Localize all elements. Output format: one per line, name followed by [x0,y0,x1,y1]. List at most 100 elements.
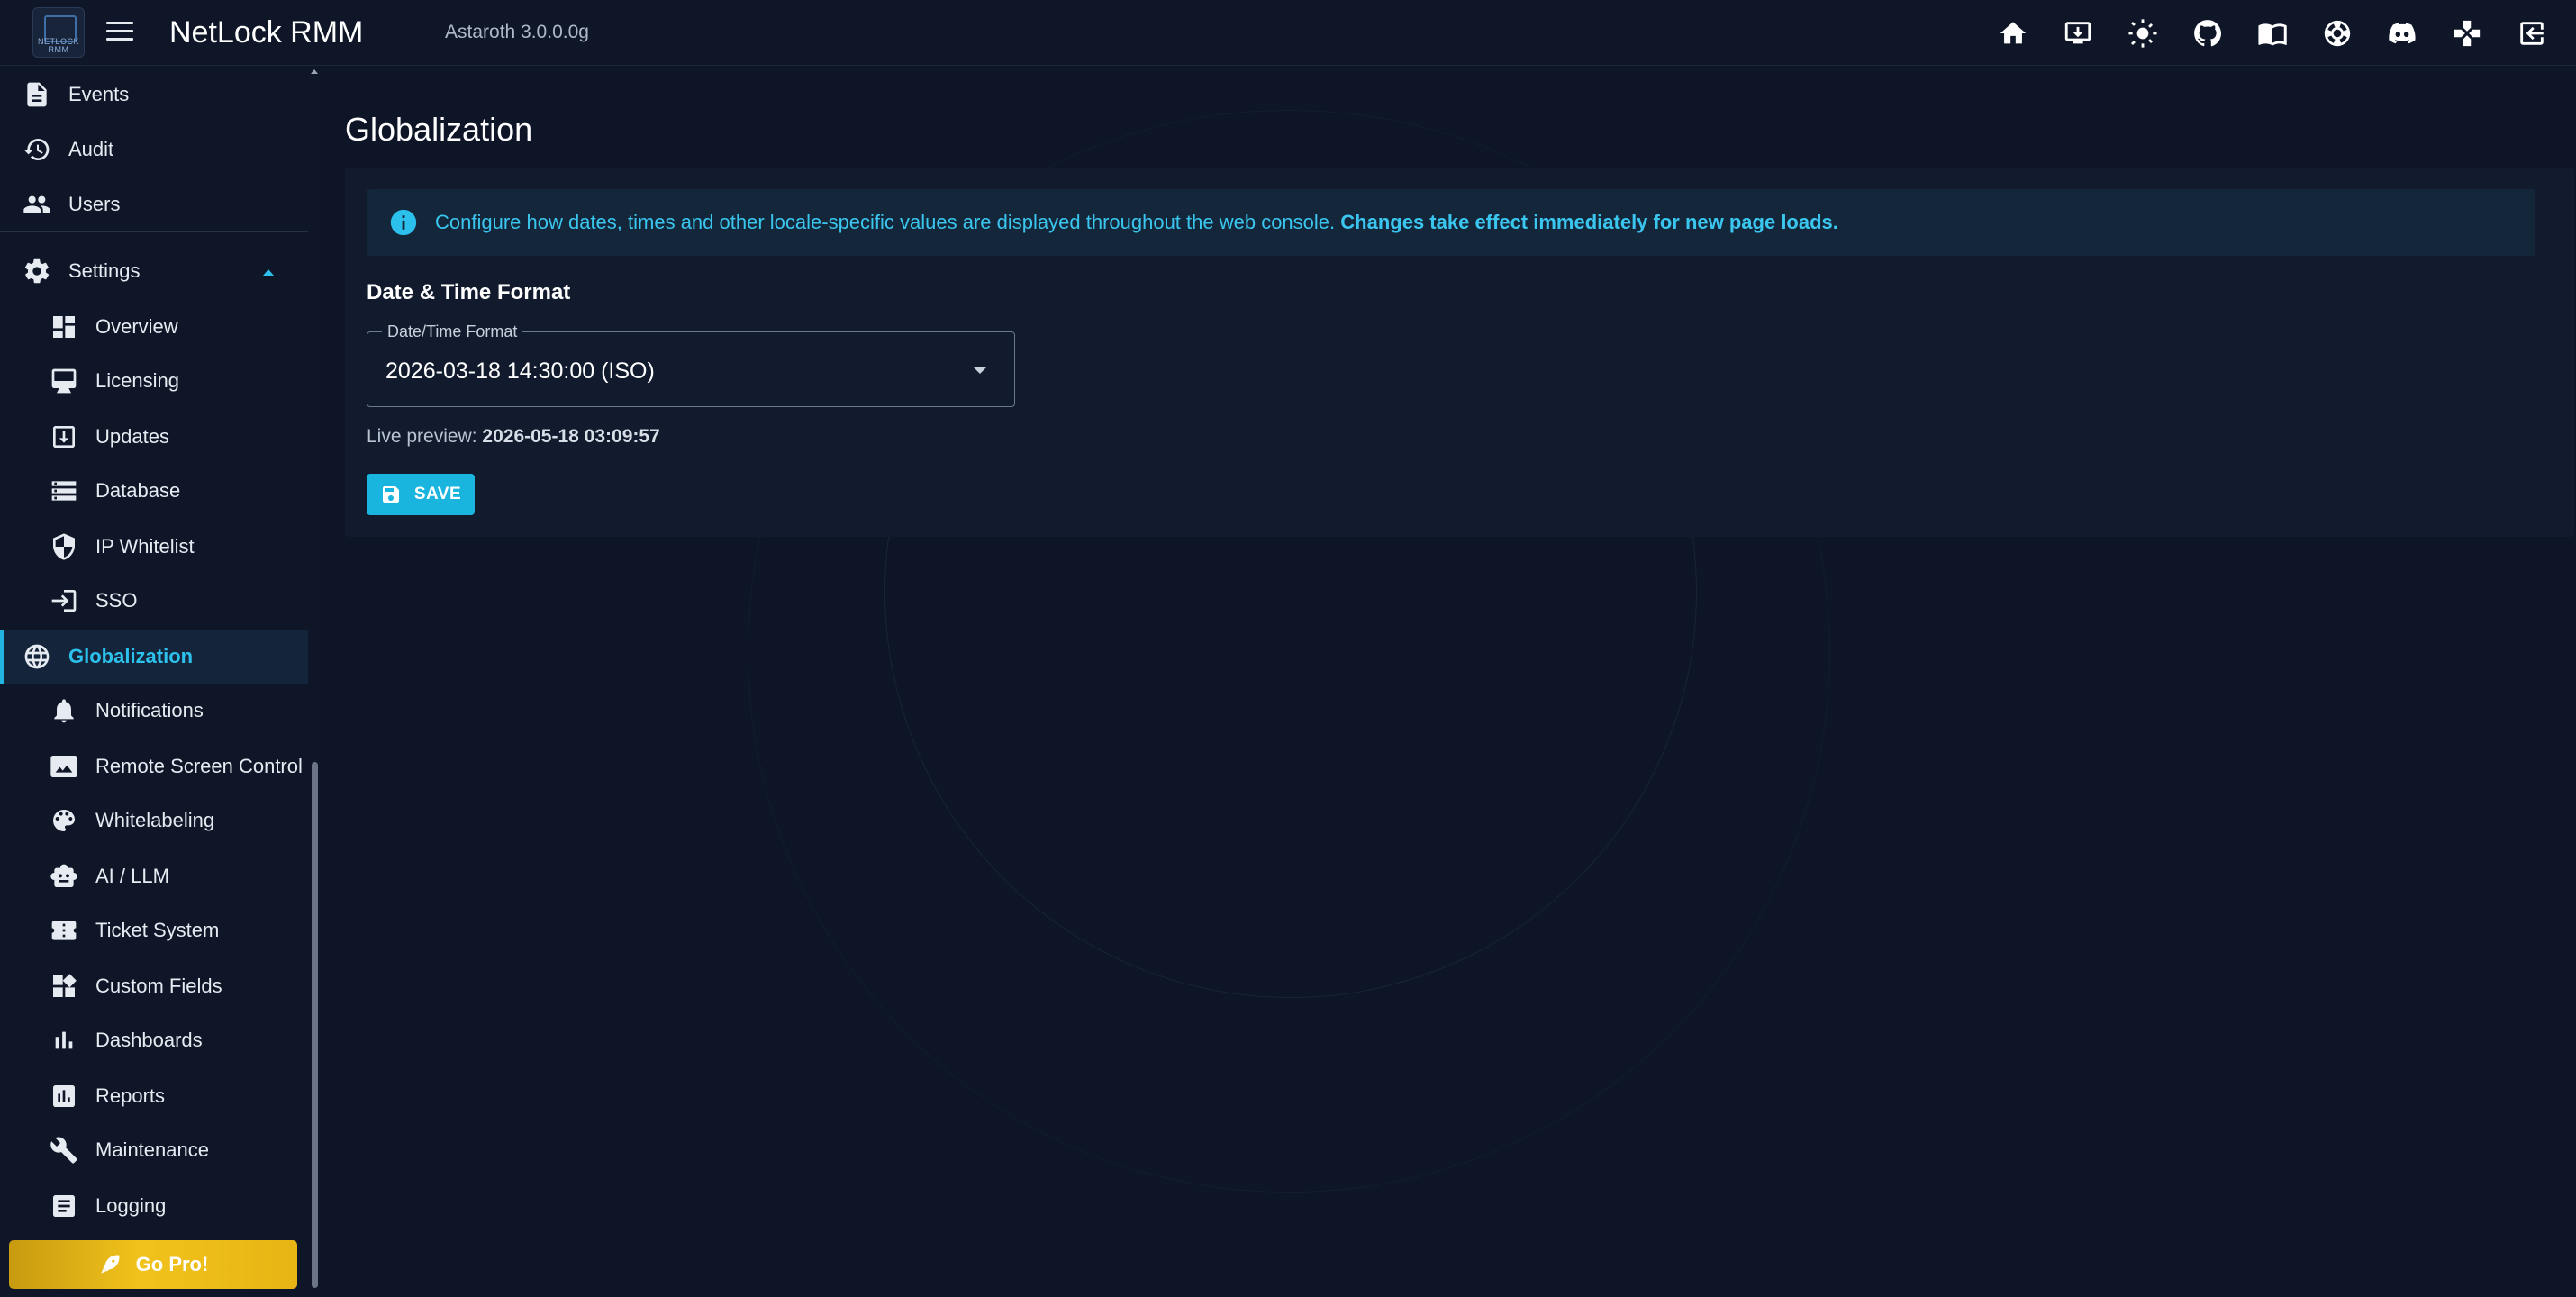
sidebar-item-label: Events [68,83,130,105]
menu-toggle-button[interactable] [106,22,133,43]
alert-emphasis: Changes take effect immediately for new … [1340,211,1838,233]
dashboard-icon [49,312,79,342]
sidebar-item-label: Licensing [95,369,179,392]
sidebar-item-users[interactable]: Users [0,177,308,231]
menu-icon [106,22,133,24]
globalization-card: Configure how dates, times and other loc… [345,168,2574,537]
sidebar-item-label: Users [68,193,121,215]
sidebar-item-ai-llm[interactable]: AI / LLM [0,849,308,903]
sidebar-item-remote-screen-control[interactable]: Remote Screen Control [0,739,308,794]
gear-icon [22,256,52,286]
report-icon [49,1081,79,1111]
sidebar-item-settings[interactable]: Settings [0,244,308,298]
robot-icon [49,861,79,892]
bar-chart-icon [49,1025,79,1056]
datetime-format-select[interactable]: Date/Time Format 2026-03-18 14:30:00 (IS… [367,322,1015,407]
chevron-up-icon [263,269,274,276]
sidebar-item-custom-fields[interactable]: Custom Fields [0,959,308,1013]
license-icon [49,366,79,396]
sidebar-item-label: Globalization [68,645,194,667]
rocket-icon [100,1255,120,1274]
sidebar-item-label: Notifications [95,699,204,721]
sidebar-item-logging[interactable]: Logging [0,1179,308,1233]
sidebar-scrollbar[interactable] [312,762,318,1288]
logout-icon[interactable] [2515,16,2549,50]
sidebar-item-label: Whitelabeling [95,809,215,831]
login-icon [49,585,79,616]
save-button[interactable]: SAVE [367,474,475,515]
home-icon[interactable] [1996,16,2030,50]
download-icon[interactable] [2061,16,2095,50]
alert-text: Configure how dates, times and other loc… [435,211,1336,233]
save-label: SAVE [413,485,462,503]
info-alert: Configure how dates, times and other loc… [367,189,2535,256]
chevron-down-icon [973,367,987,374]
wrench-icon [49,1135,79,1165]
sidebar-item-overview[interactable]: Overview [0,300,308,354]
discord-icon[interactable] [2385,16,2419,50]
header-actions [1996,16,2549,50]
sidebar-item-maintenance[interactable]: Maintenance [0,1123,308,1177]
select-label: Date/Time Format [382,322,523,341]
info-icon [388,207,419,238]
page-title: Globalization [345,111,533,148]
sidebar-item-label: Dashboards [95,1029,203,1051]
sidebar-item-sso[interactable]: SSO [0,574,308,628]
sidebar-item-label: Custom Fields [95,975,222,997]
sidebar: Events Audit Users Settings Overview Lic… [0,66,322,1297]
live-preview: Live preview: 2026-05-18 03:09:57 [367,425,660,449]
database-icon [49,476,79,506]
app-title: NetLock RMM [169,15,364,50]
support-icon[interactable] [2320,16,2354,50]
live-preview-label: Live preview: [367,426,477,447]
bell-icon [49,695,79,726]
app-version: Astaroth 3.0.0.0g [445,22,589,42]
users-icon [22,189,52,220]
docs-icon[interactable] [2255,16,2290,50]
live-preview-value: 2026-05-18 03:09:57 [482,426,660,447]
go-pro-label: Go Pro! [135,1253,209,1275]
sidebar-item-licensing[interactable]: Licensing [0,354,308,408]
add-widget-icon [49,971,79,1002]
sidebar-item-label: SSO [95,589,138,612]
sidebar-item-updates[interactable]: Updates [0,410,308,464]
select-value: 2026-03-18 14:30:00 (ISO) [385,358,655,384]
sidebar-item-label: Ticket System [95,919,220,941]
sidebar-item-label: Updates [95,425,169,448]
save-icon [382,486,399,503]
sidebar-item-database[interactable]: Database [0,464,308,518]
palette-icon [49,805,79,836]
sidebar-item-label: Overview [95,315,178,338]
section-title: Date & Time Format [367,280,571,304]
sidebar-item-label: Audit [68,138,114,160]
github-icon[interactable] [2191,16,2225,50]
sidebar-item-globalization[interactable]: Globalization [0,630,308,684]
sidebar-item-label: Database [95,479,181,502]
sidebar-divider [0,231,308,232]
alert-message: Configure how dates, times and other loc… [435,211,1838,234]
update-icon [49,422,79,452]
brightness-icon[interactable] [2126,16,2160,50]
sidebar-item-label: IP Whitelist [95,535,195,558]
sidebar-item-label: Remote Screen Control [95,755,303,777]
scroll-up-arrow-icon[interactable] [311,69,318,74]
sidebar-item-ip-whitelist[interactable]: IP Whitelist [0,520,308,574]
history-icon [22,134,52,165]
sidebar-item-notifications[interactable]: Notifications [0,684,308,738]
app-logo[interactable]: NETLOCK RMM [32,7,85,58]
sidebar-item-label: Logging [95,1194,167,1217]
go-pro-button[interactable]: Go Pro! [9,1240,297,1289]
sidebar-item-reports[interactable]: Reports [0,1069,308,1123]
shield-icon [49,531,79,562]
screen-icon [49,751,79,782]
sidebar-item-ticket-system[interactable]: Ticket System [0,903,308,957]
events-icon [22,79,52,110]
globe-icon [22,641,52,672]
log-icon [49,1191,79,1221]
ticket-icon [49,915,79,946]
gamepad-icon[interactable] [2450,16,2484,50]
sidebar-item-dashboards[interactable]: Dashboards [0,1013,308,1067]
sidebar-item-events[interactable]: Events [0,68,308,122]
sidebar-item-whitelabeling[interactable]: Whitelabeling [0,794,308,848]
sidebar-item-audit[interactable]: Audit [0,122,308,177]
